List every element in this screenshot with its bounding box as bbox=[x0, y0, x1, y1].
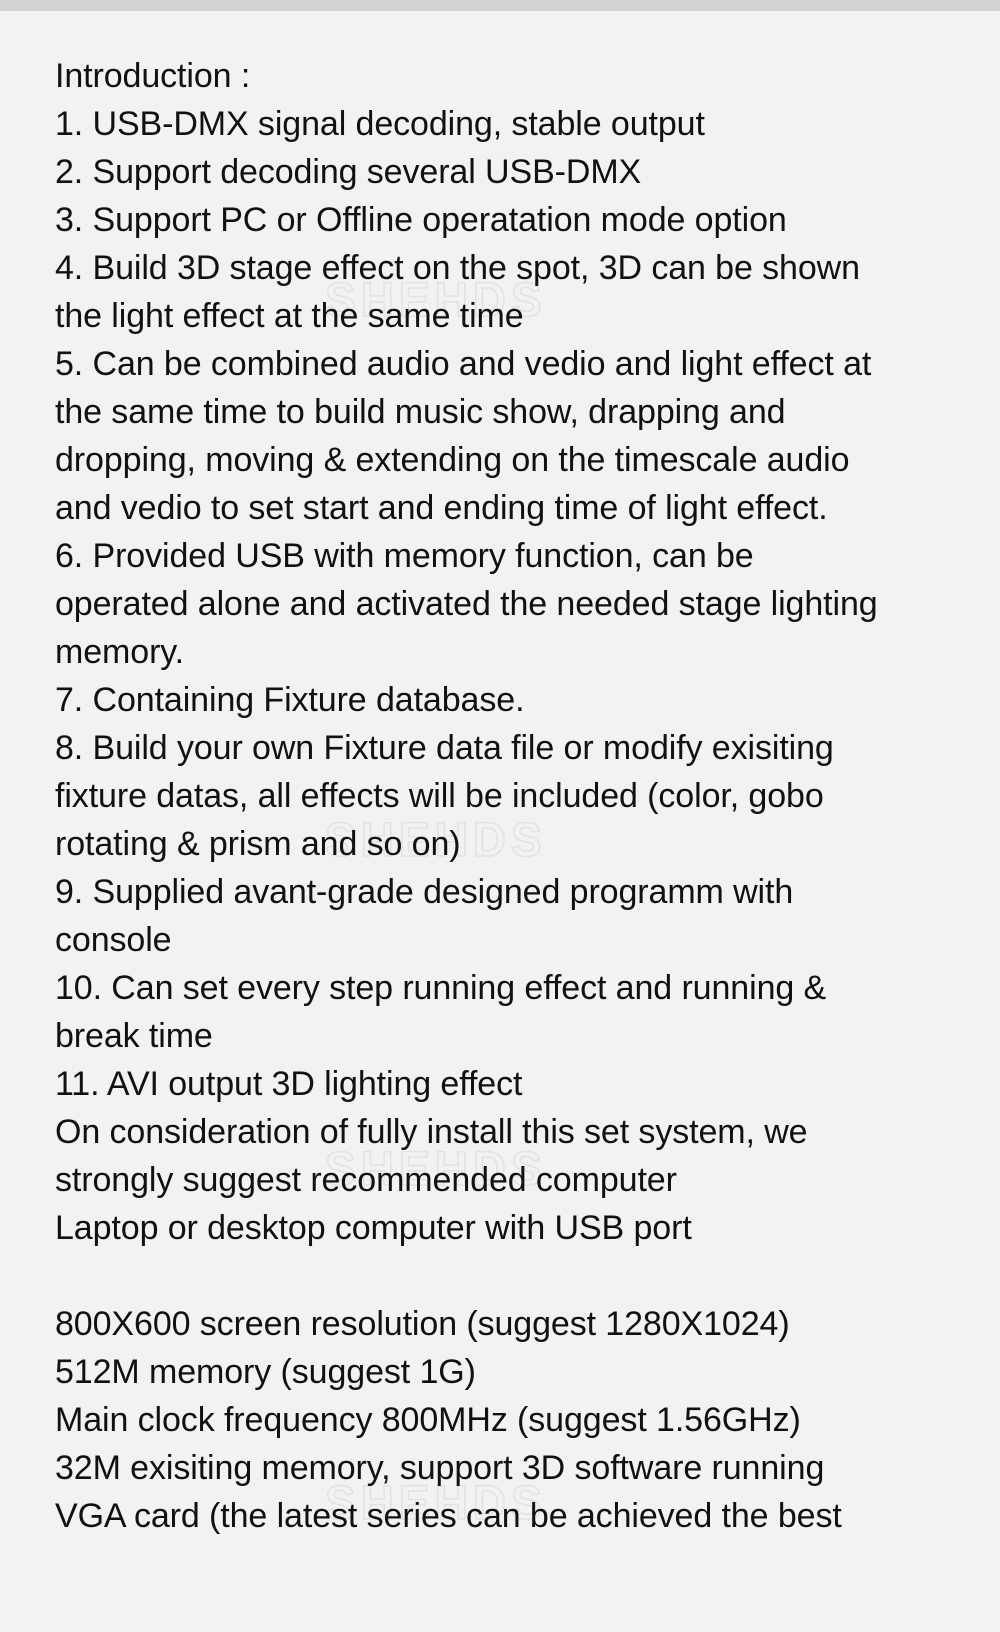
text-line-item-4: 4. Build 3D stage effect on the spot, 3D… bbox=[55, 249, 860, 287]
text-line-item-5: 5. Can be combined audio and vedio and l… bbox=[55, 345, 872, 383]
text-line-item-5-cont-1: the same time to build music show, drapp… bbox=[55, 393, 786, 431]
text-line-heading: Introduction : bbox=[55, 57, 251, 95]
text-line-req-resolution: 800X600 screen resolution (suggest 1280X… bbox=[55, 1305, 790, 1343]
text-line-req-memory: 512M memory (suggest 1G) bbox=[55, 1353, 476, 1391]
text-line-req-exisiting-memory: 32M exisiting memory, support 3D softwar… bbox=[55, 1449, 825, 1487]
text-line-req-vga: VGA card (the latest series can be achie… bbox=[55, 1497, 842, 1535]
text-line-item-1: 1. USB-DMX signal decoding, stable outpu… bbox=[55, 105, 705, 143]
text-line-item-9-cont: console bbox=[55, 921, 172, 959]
text-line-item-8-cont-1: fixture datas, all effects will be inclu… bbox=[55, 777, 824, 815]
text-line-item-5-cont-3: and vedio to set start and ending time o… bbox=[55, 489, 828, 527]
product-description-page: SHEHDS SHEHDS SHEHDS SHEHDS Introduction… bbox=[0, 0, 1000, 1632]
text-line-spacer bbox=[55, 1252, 955, 1300]
text-line-item-2: 2. Support decoding several USB-DMX bbox=[55, 153, 642, 191]
text-line-item-6-cont-1: operated alone and activated the needed … bbox=[55, 585, 878, 623]
text-line-item-10: 10. Can set every step running effect an… bbox=[55, 969, 827, 1007]
text-line-item-8: 8. Build your own Fixture data file or m… bbox=[55, 729, 834, 767]
text-line-item-4-cont: the light effect at the same time bbox=[55, 297, 524, 335]
text-line-item-7: 7. Containing Fixture database. bbox=[55, 681, 525, 719]
text-line-item-3: 3. Support PC or Offline operatation mod… bbox=[55, 201, 787, 239]
text-line-item-9: 9. Supplied avant-grade designed program… bbox=[55, 873, 794, 911]
text-line-consideration: On consideration of fully install this s… bbox=[55, 1113, 808, 1151]
top-edge-strip bbox=[0, 0, 1000, 11]
text-line-req-clock: Main clock frequency 800MHz (suggest 1.5… bbox=[55, 1401, 801, 1439]
text-line-laptop-requirement: Laptop or desktop computer with USB port bbox=[55, 1209, 692, 1247]
text-line-item-6: 6. Provided USB with memory function, ca… bbox=[55, 537, 754, 575]
text-line-item-10-cont: break time bbox=[55, 1017, 213, 1055]
description-text-block: Introduction : 1. USB-DMX signal decodin… bbox=[55, 52, 955, 1540]
text-line-item-6-cont-2: memory. bbox=[55, 633, 185, 671]
text-line-consideration-cont: strongly suggest recommended computer bbox=[55, 1161, 677, 1199]
text-line-item-5-cont-2: dropping, moving & extending on the time… bbox=[55, 441, 850, 479]
text-line-item-11: 11. AVI output 3D lighting effect bbox=[55, 1065, 523, 1103]
text-line-item-8-cont-2: rotating & prism and so on) bbox=[55, 825, 461, 863]
